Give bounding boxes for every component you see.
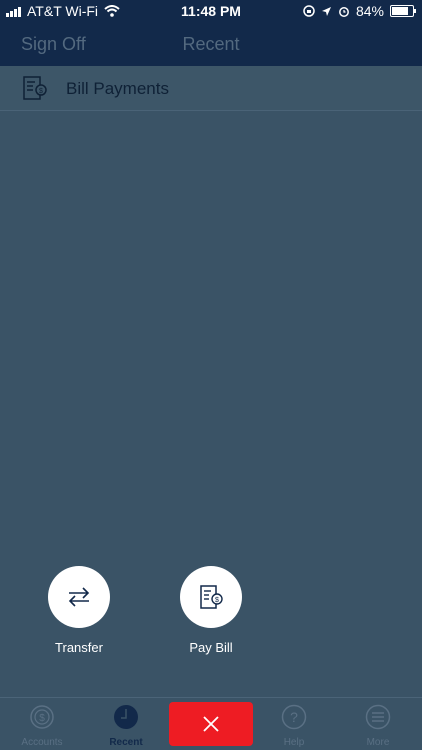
battery-percent: 84% [355, 3, 384, 19]
svg-text:$: $ [39, 88, 43, 95]
nav-header: Sign Off Recent [0, 22, 422, 66]
tab-more-label: More [366, 737, 390, 748]
bill-document-icon: $ [23, 76, 47, 100]
close-icon [203, 716, 219, 732]
status-bar: AT&T Wi-Fi 11:48 PM 84% [0, 0, 422, 22]
tab-recent[interactable]: Recent [84, 704, 168, 748]
tab-accounts-label: Accounts [21, 737, 63, 748]
tab-bar: $ Accounts Recent ? Help More [0, 697, 422, 750]
tab-help[interactable]: ? Help [252, 704, 336, 748]
recent-item-bill-payments[interactable]: $ Bill Payments [0, 66, 422, 111]
transfer-arrows-icon [68, 587, 90, 607]
close-overlay-button[interactable] [169, 702, 253, 746]
page-title: Recent [182, 34, 240, 54]
transfer-label: Transfer [55, 640, 103, 655]
alarm-icon [339, 7, 349, 17]
menu-icon [365, 704, 391, 730]
transfer-action[interactable]: Transfer [48, 566, 110, 655]
transfer-button[interactable] [48, 566, 110, 628]
recent-item-label: Bill Payments [66, 79, 169, 98]
svg-text:?: ? [290, 709, 298, 725]
tab-more[interactable]: More [336, 704, 420, 748]
screen-lock-icon [303, 5, 315, 17]
help-icon: ? [281, 704, 307, 730]
location-icon [321, 6, 331, 16]
tab-accounts[interactable]: $ Accounts [0, 704, 84, 748]
accounts-icon: $ [30, 705, 54, 729]
svg-text:$: $ [215, 597, 219, 604]
tab-help-label: Help [283, 737, 305, 748]
svg-text:$: $ [39, 713, 45, 724]
pay-bill-action[interactable]: $ Pay Bill [180, 566, 242, 655]
clock-icon [114, 705, 138, 729]
tab-recent-label: Recent [109, 737, 143, 748]
battery-icon [390, 5, 416, 17]
pay-bill-label: Pay Bill [189, 640, 233, 655]
pay-bill-icon: $ [200, 585, 223, 609]
pay-bill-button[interactable]: $ [180, 566, 242, 628]
